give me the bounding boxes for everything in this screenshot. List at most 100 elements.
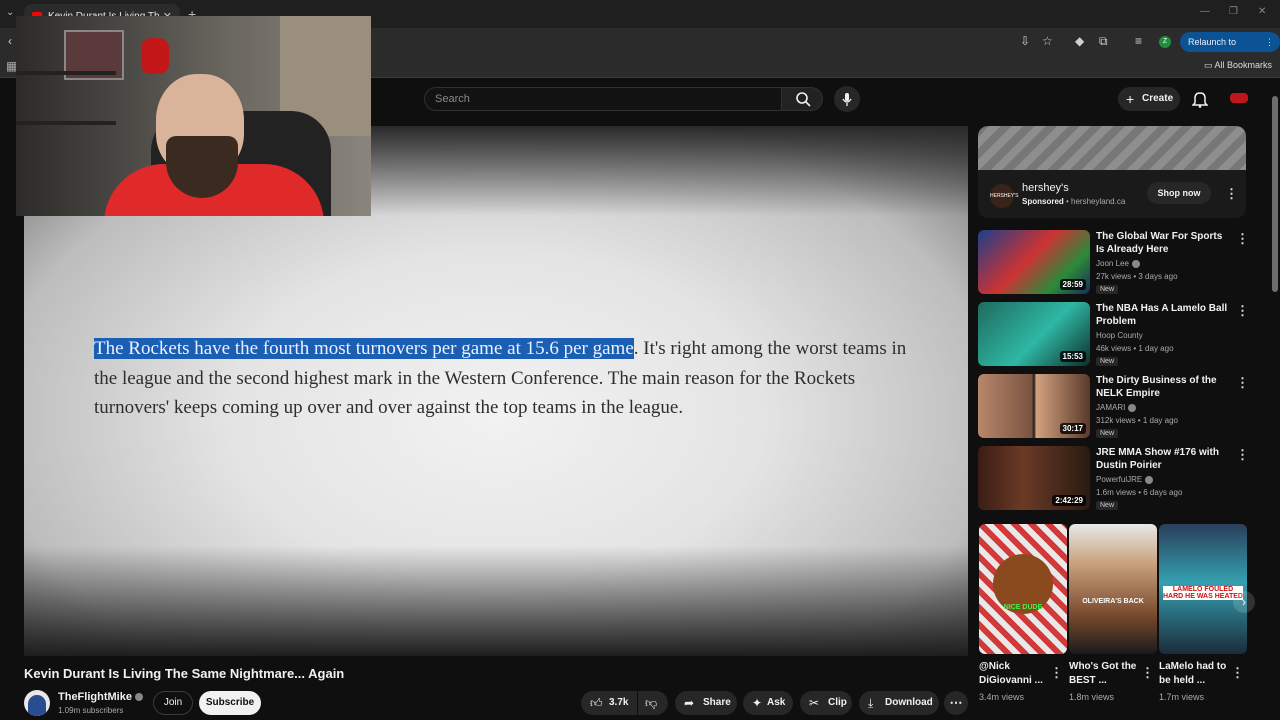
- more-actions-icon[interactable]: ⋮: [1236, 448, 1249, 461]
- dislike-button[interactable]: 👎︎: [638, 691, 668, 715]
- relaunch-button[interactable]: Relaunch to update ⋮: [1180, 32, 1280, 67]
- video-duration: 2:42:29: [1052, 495, 1086, 506]
- short-thumbnail[interactable]: LAMELO FOULED HARD HE WAS HEATED: [1159, 524, 1247, 654]
- bookmark-star-icon[interactable]: ☆: [1042, 34, 1053, 48]
- short-thumbnail[interactable]: OLIVEIRA'S BACK: [1069, 524, 1157, 654]
- recommended-video[interactable]: 28:59 The Global War For Sports Is Alrea…: [978, 230, 1249, 294]
- download-button[interactable]: ⤓ Download: [859, 691, 939, 715]
- more-actions-icon[interactable]: ⋮: [1236, 232, 1249, 245]
- channel-name-label: Joon Lee: [1096, 259, 1129, 268]
- ask-button[interactable]: ✦ Ask: [743, 691, 793, 715]
- recommended-video[interactable]: 15:53 The NBA Has A Lamelo Ball Problem …: [978, 302, 1249, 366]
- video-thumbnail[interactable]: 30:17: [978, 374, 1090, 438]
- video-title[interactable]: The Global War For Sports Is Already Her…: [1096, 230, 1228, 256]
- channel-avatar-image: [28, 695, 46, 716]
- new-badge: New: [1096, 285, 1119, 294]
- all-bookmarks[interactable]: ▭ All Bookmarks: [1204, 60, 1272, 71]
- clip-button[interactable]: ✂ Clip: [800, 691, 852, 715]
- channel-avatar[interactable]: [24, 690, 50, 716]
- short-title[interactable]: LaMelo had to be held ...: [1159, 660, 1231, 688]
- plus-icon: +: [1126, 91, 1135, 107]
- more-actions-icon[interactable]: ⋮: [1236, 304, 1249, 317]
- channel-name[interactable]: Joon Lee: [1096, 259, 1140, 268]
- recommended-video[interactable]: 30:17 The Dirty Business of the NELK Emp…: [978, 374, 1249, 438]
- subscribe-button[interactable]: Subscribe: [199, 691, 261, 715]
- maximize-icon[interactable]: ❐: [1229, 6, 1238, 17]
- all-bookmarks-label: All Bookmarks: [1214, 60, 1273, 70]
- profile-avatar[interactable]: Z: [1159, 36, 1171, 48]
- channel-name[interactable]: PowerfulJRE: [1096, 475, 1154, 484]
- new-badge: New: [1096, 501, 1119, 510]
- channel-name[interactable]: TheFlightMike: [58, 691, 143, 703]
- video-thumbnail[interactable]: 2:42:29: [978, 446, 1090, 510]
- video-title-heading: Kevin Durant Is Living The Same Nightmar…: [24, 666, 345, 681]
- install-app-icon[interactable]: ⇩: [1020, 34, 1030, 48]
- puzzle-icon[interactable]: ⧉: [1099, 34, 1108, 49]
- more-actions-button[interactable]: ⋯: [944, 691, 968, 715]
- shorts-next-arrow-icon[interactable]: ›: [1233, 591, 1255, 613]
- voice-search-button[interactable]: [834, 86, 860, 112]
- video-title[interactable]: JRE MMA Show #176 with Dustin Poirier: [1096, 446, 1228, 472]
- back-icon[interactable]: ‹: [8, 34, 12, 48]
- sponsored-ad-card[interactable]: HERSHEY'S hershey's Sponsored • hersheyl…: [978, 126, 1246, 218]
- short-caption: NICE DUDE: [1003, 604, 1043, 611]
- video-thumbnail[interactable]: 28:59: [978, 230, 1090, 294]
- channel-name-label: JAMARI: [1096, 403, 1126, 412]
- share-button[interactable]: ➦ Share: [675, 691, 737, 715]
- short-views: 3.4m views: [979, 692, 1025, 702]
- verified-icon: [1145, 475, 1154, 484]
- channel-name[interactable]: Hoop County: [1096, 331, 1143, 340]
- account-avatar[interactable]: [1230, 93, 1248, 103]
- short-more-icon[interactable]: ⋮: [1050, 666, 1063, 679]
- shop-now-button[interactable]: Shop now: [1147, 182, 1211, 204]
- create-label: Create: [1142, 93, 1174, 104]
- short-views: 1.7m views: [1159, 692, 1205, 702]
- ad-sponsored-label: Sponsored: [1022, 197, 1064, 206]
- youtube-window: ⌄ Kevin Durant Is Living The Same Nightm…: [0, 0, 1280, 720]
- video-meta: 46k views • 1 day ago: [1096, 344, 1174, 353]
- article-text: The Rockets have the fourth most turnove…: [94, 334, 914, 423]
- channel-name[interactable]: JAMARI: [1096, 403, 1137, 412]
- thumbs-down-icon: 👎︎: [645, 696, 658, 710]
- thumbs-up-icon: 👍︎: [590, 696, 603, 710]
- ad-logo: HERSHEY'S: [990, 184, 1018, 208]
- create-button[interactable]: + Create: [1118, 87, 1180, 111]
- close-window-icon[interactable]: ✕: [1258, 6, 1266, 17]
- video-title[interactable]: The NBA Has A Lamelo Ball Problem: [1096, 302, 1228, 328]
- channel-name-label: TheFlightMike: [58, 691, 132, 703]
- short-caption: LAMELO FOULED HARD HE WAS HEATED: [1163, 586, 1243, 600]
- video-meta: 1.6m views • 6 days ago: [1096, 488, 1183, 497]
- share-arrow-icon: ➦: [684, 696, 695, 710]
- article-highlight: The Rockets have the fourth most turnove…: [94, 338, 634, 359]
- verified-icon: [1131, 259, 1140, 268]
- tab-search-icon[interactable]: ⌄: [6, 7, 14, 18]
- new-badge: New: [1096, 429, 1119, 438]
- notifications-bell-icon[interactable]: [1192, 90, 1208, 108]
- ad-more-icon[interactable]: ⋮: [1225, 187, 1238, 200]
- short-more-icon[interactable]: ⋮: [1231, 666, 1244, 679]
- minimize-icon[interactable]: —: [1200, 6, 1210, 17]
- short-title[interactable]: @Nick DiGiovanni ...: [979, 660, 1051, 688]
- browser-menu-icon[interactable]: ⋮: [1265, 32, 1274, 52]
- join-button[interactable]: Join: [153, 691, 193, 715]
- download-label: Download: [885, 697, 933, 708]
- webcam-shelf-lower: [16, 121, 116, 125]
- ad-meta: Sponsored • hersheyland.ca: [1022, 197, 1126, 206]
- recommended-video[interactable]: 2:42:29 JRE MMA Show #176 with Dustin Po…: [978, 446, 1249, 510]
- extension-icon[interactable]: ◆: [1075, 34, 1084, 48]
- search-button[interactable]: [781, 87, 823, 111]
- video-title[interactable]: The Dirty Business of the NELK Empire: [1096, 374, 1228, 400]
- short-thumbnail[interactable]: NICE DUDE: [979, 524, 1067, 654]
- page-scrollbar[interactable]: [1270, 82, 1280, 720]
- media-control-icon[interactable]: ≡: [1135, 34, 1142, 48]
- search-input[interactable]: Search: [424, 87, 782, 111]
- webcam-overlay: [16, 16, 371, 216]
- video-thumbnail[interactable]: 15:53: [978, 302, 1090, 366]
- short-more-icon[interactable]: ⋮: [1141, 666, 1154, 679]
- like-count: 3.7k: [609, 697, 629, 708]
- scrollbar-thumb[interactable]: [1272, 96, 1278, 292]
- short-title[interactable]: Who's Got the BEST ...: [1069, 660, 1141, 688]
- video-duration: 30:17: [1059, 423, 1086, 434]
- like-button[interactable]: 👍︎ 3.7k: [581, 691, 637, 715]
- more-actions-icon[interactable]: ⋮: [1236, 376, 1249, 389]
